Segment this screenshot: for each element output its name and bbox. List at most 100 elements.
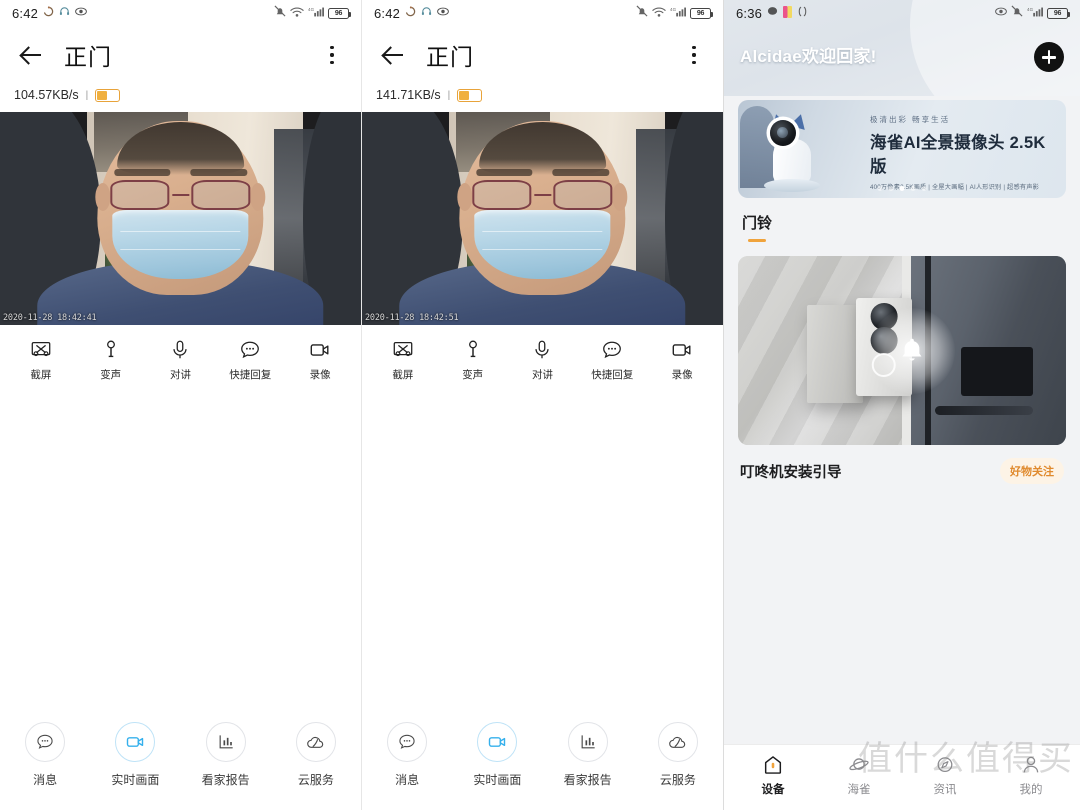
brackets-icon (797, 6, 808, 20)
svg-text:4G: 4G (308, 7, 315, 12)
promo-banner[interactable]: 极清出彩 畅享生活 海雀AI全景摄像头 2.5K版 400万像素2.5K画质 |… (738, 100, 1066, 198)
app-icon (783, 5, 793, 21)
device-card-footer: 叮咚机安装引导 好物关注 (738, 445, 1066, 499)
battery-level: 96 (1053, 9, 1062, 17)
device-card[interactable] (738, 256, 1066, 445)
control-intercom[interactable]: 对讲 (146, 339, 214, 382)
bell-off-icon (274, 5, 286, 21)
screenshot-icon (393, 342, 413, 357)
app-bar: 正门 (362, 26, 723, 84)
page-title: 正门 (426, 44, 474, 70)
control-label: 录像 (309, 369, 331, 381)
control-screenshot[interactable]: 截屏 (7, 339, 75, 382)
svg-text:4G: 4G (1027, 7, 1034, 12)
control-record[interactable]: 录像 (286, 339, 354, 382)
record-video-icon (672, 344, 691, 356)
headphones-icon (421, 6, 432, 20)
tab-profile[interactable]: 我的 (994, 754, 1068, 797)
tab-doorbell[interactable]: 门铃 (742, 212, 772, 242)
control-voice-changer[interactable]: 变声 (77, 339, 145, 382)
category-tabs: 门铃 (724, 198, 1080, 242)
control-intercom[interactable]: 对讲 (508, 339, 576, 382)
network-speed-value: 104.57KB/s (14, 88, 79, 102)
bottom-navigation: 消息 实时画面 看家报告 云服务 (362, 714, 723, 810)
camera-controls-row: 截屏 变声 对讲 快捷回复 录像 (362, 325, 723, 390)
sync-icon (405, 6, 416, 20)
carousel-dots[interactable] (877, 186, 927, 191)
quick-reply-icon (241, 341, 260, 359)
chat-bubble-icon (387, 722, 428, 762)
nav-label: 看家报告 (563, 773, 612, 787)
bell-off-icon (1011, 5, 1023, 21)
home-bottom-navigation: 设备 海雀 资讯 我的 (724, 744, 1080, 810)
wifi-icon (652, 6, 666, 21)
control-label: 截屏 (30, 369, 52, 381)
add-device-button[interactable] (1034, 42, 1064, 72)
nav-cloud-service[interactable]: 云服务 (639, 722, 717, 788)
tab-label: 海雀 (847, 784, 871, 796)
person-in-frame (37, 112, 324, 325)
video-timestamp: 2020-11-28 18:42:41 (3, 313, 97, 323)
person-icon (1023, 756, 1039, 773)
nav-live-view[interactable]: 实时画面 (458, 722, 536, 788)
back-arrow-icon[interactable] (18, 42, 44, 68)
control-label: 变声 (100, 369, 122, 381)
nav-cloud-service[interactable]: 云服务 (277, 722, 355, 788)
greeting-title: Alcidae欢迎回家! (740, 47, 877, 66)
speed-separator: | (447, 89, 451, 101)
doorbell-live-view-panel-1: 6:42 4G 96 正门 104.57KB/s | 2020-11-28 18… (0, 0, 362, 810)
banner-title: 海雀AI全景摄像头 2.5K版 (870, 134, 1046, 176)
status-bar: 6:42 4G 96 (0, 0, 361, 26)
bar-chart-icon (205, 722, 246, 762)
control-quick-reply[interactable]: 快捷回复 (578, 339, 646, 382)
tab-news[interactable]: 资讯 (908, 754, 982, 797)
status-badge[interactable]: 好物关注 (1000, 458, 1064, 484)
nav-home-report[interactable]: 看家报告 (549, 722, 627, 788)
control-quick-reply[interactable]: 快捷回复 (216, 339, 284, 382)
cloud-icon (657, 722, 698, 762)
control-record[interactable]: 录像 (648, 339, 716, 382)
wifi-icon (290, 6, 304, 21)
compass-icon (937, 757, 953, 773)
network-speed-row: 141.71KB/s | (362, 84, 723, 112)
voice-changer-icon (468, 340, 477, 358)
nav-live-view[interactable]: 实时画面 (96, 722, 174, 788)
battery-icon: 96 (690, 7, 714, 19)
video-camera-icon (477, 722, 518, 762)
nav-messages[interactable]: 消息 (6, 722, 84, 788)
eye-icon (437, 6, 449, 20)
control-label: 快捷回复 (591, 369, 634, 381)
home-hero-header: 6:36 4G 96 Alcidae欢迎回家! (724, 0, 1080, 96)
camera-scene (362, 112, 723, 325)
status-bar: 6:36 4G 96 (724, 0, 1080, 26)
app-bar: 正门 (0, 26, 361, 84)
quick-reply-icon (603, 341, 622, 359)
tab-alcidae[interactable]: 海雀 (822, 754, 896, 797)
control-label: 对讲 (531, 369, 553, 381)
tab-devices[interactable]: 设备 (736, 754, 810, 797)
control-voice-changer[interactable]: 变声 (439, 339, 507, 382)
battery-icon: 96 (328, 7, 352, 19)
control-label: 变声 (462, 369, 484, 381)
tab-label: 资讯 (933, 784, 957, 796)
doorbell-live-view-panel-2: 6:42 4G 96 正门 141.71KB/s | 2020-11-28 18… (362, 0, 724, 810)
nav-label: 云服务 (659, 773, 696, 787)
kebab-menu-icon[interactable] (683, 43, 705, 67)
headphones-icon (59, 6, 70, 20)
status-time: 6:36 (736, 5, 763, 21)
signal-icon: 4G (670, 6, 686, 21)
nav-home-report[interactable]: 看家报告 (187, 722, 265, 788)
nav-label: 实时画面 (473, 773, 522, 787)
status-time: 6:42 (12, 5, 39, 21)
live-video-feed[interactable]: 2020-11-28 18:42:41 (0, 112, 361, 325)
status-bar: 6:42 4G 96 (362, 0, 723, 26)
battery-level: 96 (696, 9, 705, 17)
kebab-menu-icon[interactable] (321, 43, 343, 67)
bottom-navigation: 消息 实时画面 看家报告 云服务 (0, 714, 361, 810)
nav-messages[interactable]: 消息 (368, 722, 446, 788)
live-video-feed[interactable]: 2020-11-28 18:42:51 (362, 112, 723, 325)
back-arrow-icon[interactable] (380, 42, 406, 68)
control-screenshot[interactable]: 截屏 (369, 339, 437, 382)
tab-label: 我的 (1019, 784, 1043, 796)
camera-controls-row: 截屏 变声 对讲 快捷回复 录像 (0, 325, 361, 390)
